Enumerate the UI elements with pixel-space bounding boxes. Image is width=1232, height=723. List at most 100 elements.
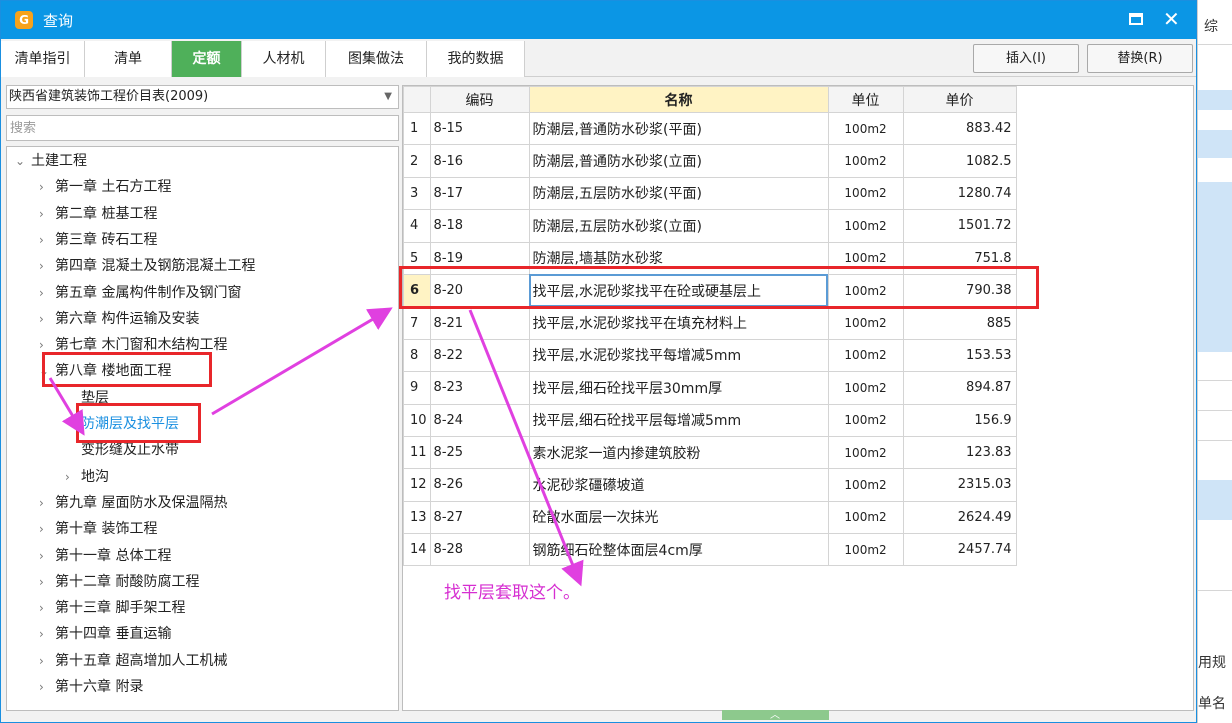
row-number[interactable]: 14 (403, 533, 431, 567)
table-row[interactable]: 1 8-15 防潮层,普通防水砂浆(平面) 100m2 883.42 (403, 111, 1017, 146)
price-cell[interactable]: 2315.03 (902, 468, 1017, 502)
name-cell[interactable]: 素水泥浆一道内掺建筑胶粉 (528, 435, 829, 470)
code-cell[interactable]: 8-24 (429, 403, 530, 437)
chevron-right-icon[interactable]: › (39, 491, 55, 515)
code-cell[interactable]: 8-23 (429, 371, 530, 405)
chevron-down-icon[interactable]: ▼ (384, 86, 392, 108)
price-cell[interactable]: 751.8 (902, 241, 1017, 275)
tree-node[interactable]: › 第九章 屋面防水及保温隔热 (39, 491, 227, 515)
tab-my-data[interactable]: 我的数据 (427, 41, 525, 77)
row-number[interactable]: 3 (403, 176, 431, 211)
price-cell[interactable]: 1501.72 (902, 209, 1017, 243)
unit-cell[interactable]: 100m2 (827, 306, 904, 340)
code-cell[interactable]: 8-27 (429, 500, 530, 535)
tree-node[interactable]: ⌄ 土建工程 (15, 149, 87, 173)
name-cell[interactable]: 防潮层,墙基防水砂浆 (528, 241, 829, 275)
tree-node[interactable]: › 第四章 混凝土及钢筋混凝土工程 (39, 254, 255, 278)
row-number[interactable]: 4 (403, 209, 431, 243)
row-number[interactable]: 2 (403, 144, 431, 178)
tree-node[interactable]: › 第十章 装饰工程 (39, 517, 157, 541)
name-cell[interactable]: 钢筋细石砼整体面层4cm厚 (528, 533, 829, 567)
table-row[interactable]: 2 8-16 防潮层,普通防水砂浆(立面) 100m2 1082.5 (403, 144, 1017, 178)
table-row[interactable]: 9 8-23 找平层,细石砼找平层30mm厚 100m2 894.87 (403, 371, 1017, 405)
code-cell[interactable]: 8-28 (429, 533, 530, 567)
code-cell[interactable]: 8-15 (429, 111, 530, 146)
code-cell[interactable]: 8-20 (429, 273, 530, 308)
name-cell[interactable]: 砼散水面层一次抹光 (528, 500, 829, 535)
name-cell[interactable]: 防潮层,五层防水砂浆(立面) (528, 209, 829, 243)
close-icon[interactable]: ✕ (1163, 7, 1180, 31)
background-tab[interactable]: 综 (1204, 16, 1218, 36)
tree-node[interactable]: › 地沟 (65, 465, 109, 489)
maximize-icon[interactable] (1129, 13, 1143, 25)
unit-cell[interactable]: 100m2 (827, 468, 904, 502)
tree-node[interactable]: 防潮层及找平层 (65, 412, 179, 436)
unit-cell[interactable]: 100m2 (827, 144, 904, 178)
name-cell[interactable]: 水泥砂浆礓礤坡道 (528, 468, 829, 502)
code-cell[interactable]: 8-25 (429, 435, 530, 470)
name-cell[interactable]: 找平层,细石砼找平层每增减5mm (528, 403, 829, 437)
splitter-handle[interactable]: ︿ (722, 710, 829, 721)
chevron-right-icon[interactable]: › (39, 596, 55, 620)
unit-cell[interactable]: 100m2 (827, 338, 904, 373)
price-cell[interactable]: 894.87 (902, 371, 1017, 405)
code-cell[interactable]: 8-19 (429, 241, 530, 275)
table-row[interactable]: 11 8-25 素水泥浆一道内掺建筑胶粉 100m2 123.83 (403, 435, 1017, 470)
unit-cell[interactable]: 100m2 (827, 111, 904, 146)
price-cell[interactable]: 2457.74 (902, 533, 1017, 567)
chevron-right-icon[interactable]: › (39, 517, 55, 541)
price-cell[interactable]: 156.9 (902, 403, 1017, 437)
row-number[interactable]: 11 (403, 435, 431, 470)
row-number[interactable]: 10 (403, 403, 431, 437)
unit-cell[interactable]: 100m2 (827, 176, 904, 211)
row-number[interactable]: 12 (403, 468, 431, 502)
row-number[interactable]: 5 (403, 241, 431, 275)
table-row[interactable]: 3 8-17 防潮层,五层防水砂浆(平面) 100m2 1280.74 (403, 176, 1017, 211)
row-number[interactable]: 13 (403, 500, 431, 535)
name-cell[interactable]: 防潮层,五层防水砂浆(平面) (528, 176, 829, 211)
tree-node[interactable]: › 第三章 砖石工程 (39, 228, 157, 252)
chevron-right-icon[interactable]: › (39, 175, 55, 199)
code-cell[interactable]: 8-18 (429, 209, 530, 243)
price-cell[interactable]: 790.38 (902, 273, 1017, 308)
chevron-right-icon[interactable]: › (39, 254, 55, 278)
replace-button[interactable]: 替换(R) (1087, 44, 1193, 73)
price-cell[interactable]: 1280.74 (902, 176, 1017, 211)
unit-cell[interactable]: 100m2 (827, 435, 904, 470)
tree-node[interactable]: › 第十六章 附录 (39, 675, 143, 699)
tree-node[interactable]: › 第十四章 垂直运输 (39, 622, 171, 646)
code-cell[interactable]: 8-26 (429, 468, 530, 502)
column-header-price[interactable]: 单价 (902, 86, 1017, 113)
table-row[interactable]: 4 8-18 防潮层,五层防水砂浆(立面) 100m2 1501.72 (403, 209, 1017, 243)
tab-materials[interactable]: 人材机 (242, 41, 326, 77)
chevron-down-icon[interactable]: ⌄ (39, 359, 55, 383)
code-cell[interactable]: 8-16 (429, 144, 530, 178)
table-row[interactable]: 13 8-27 砼散水面层一次抹光 100m2 2624.49 (403, 500, 1017, 535)
row-number[interactable]: 1 (403, 111, 431, 146)
tab-list[interactable]: 清单 (85, 41, 172, 77)
row-number[interactable]: 8 (403, 338, 431, 373)
table-row[interactable]: 5 8-19 防潮层,墙基防水砂浆 100m2 751.8 (403, 241, 1017, 275)
chevron-down-icon[interactable]: ⌄ (15, 149, 31, 173)
unit-cell[interactable]: 100m2 (827, 209, 904, 243)
chevron-right-icon[interactable]: › (39, 333, 55, 357)
code-cell[interactable]: 8-22 (429, 338, 530, 373)
row-number[interactable]: 7 (403, 306, 431, 340)
chevron-right-icon[interactable]: › (39, 228, 55, 252)
name-cell[interactable]: 防潮层,普通防水砂浆(立面) (528, 144, 829, 178)
price-cell[interactable]: 883.42 (902, 111, 1017, 146)
tree-node[interactable]: › 第六章 构件运输及安装 (39, 307, 199, 331)
tree-node[interactable]: ⌄ 第八章 楼地面工程 (39, 359, 171, 383)
price-cell[interactable]: 153.53 (902, 338, 1017, 373)
chevron-right-icon[interactable]: › (39, 281, 55, 305)
price-cell[interactable]: 123.83 (902, 435, 1017, 470)
price-cell[interactable]: 2624.49 (902, 500, 1017, 535)
tab-atlas[interactable]: 图集做法 (326, 41, 427, 77)
title-bar[interactable]: G 查询 ✕ (1, 1, 1196, 39)
name-cell[interactable]: 找平层,水泥砂浆找平每增减5mm (528, 338, 829, 373)
table-row[interactable]: 10 8-24 找平层,细石砼找平层每增减5mm 100m2 156.9 (403, 403, 1017, 437)
column-header-code[interactable]: 编码 (429, 86, 530, 113)
unit-cell[interactable]: 100m2 (827, 500, 904, 535)
tree-node[interactable]: › 第二章 桩基工程 (39, 202, 157, 226)
unit-cell[interactable]: 100m2 (827, 403, 904, 437)
